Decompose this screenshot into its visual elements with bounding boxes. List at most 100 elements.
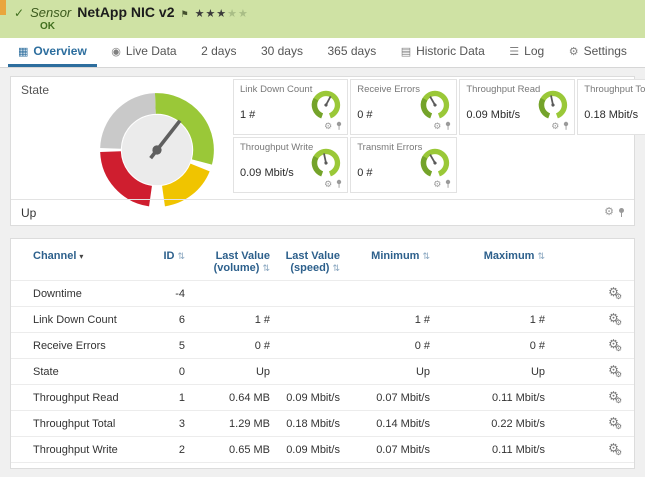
channel-id: 1 — [146, 385, 191, 411]
channel-minimum: 1 # — [346, 307, 436, 333]
mini-gauge-needle — [324, 96, 332, 108]
channel-last-value-volume: 0.64 MB — [191, 385, 276, 411]
table-row: Transmit Errors 4 0 # 0 # 0 # ⚙⚙ — [11, 463, 634, 470]
gauge-value: 0.09 Mbit/s — [240, 167, 294, 179]
channel-name: Receive Errors — [11, 333, 146, 359]
channel-last-value-speed — [276, 307, 346, 333]
table-row: State 0 Up Up Up ⚙⚙ — [11, 359, 634, 385]
col-header-actions — [551, 241, 634, 281]
tile-transmit-errors: Transmit Errors 0 # ⚙ — [350, 137, 457, 193]
channel-settings-icon[interactable]: ⚙⚙ — [608, 415, 622, 429]
tab-settings[interactable]: ⚙Settings — [559, 38, 637, 67]
table-header-row: Channel▾ ID⇅ Last Value (volume)⇅ Last V… — [11, 241, 634, 281]
table-row: Downtime -4 ⚙⚙ — [11, 281, 634, 307]
channel-last-value-volume: 0 # — [191, 463, 276, 470]
channel-last-value-volume: 0.65 MB — [191, 437, 276, 463]
pin-icon[interactable] — [335, 121, 343, 131]
mini-gauge-needle — [323, 153, 328, 165]
sort-icon: ▾ — [79, 252, 83, 261]
live-data-icon: ◉ — [111, 45, 121, 58]
channel-maximum: 0 # — [436, 463, 551, 470]
gear-icon[interactable]: ⚙ — [324, 122, 332, 131]
settings-icon: ⚙ — [569, 45, 579, 58]
channel-settings-icon[interactable]: ⚙⚙ — [608, 311, 622, 325]
tab-label: Overview — [33, 44, 86, 58]
channel-table: Channel▾ ID⇅ Last Value (volume)⇅ Last V… — [11, 241, 634, 469]
priority-stars-filled: ★★★ — [195, 8, 228, 20]
tab-label: 30 days — [261, 44, 303, 58]
tab-historic-data[interactable]: ▤Historic Data — [391, 38, 495, 67]
channel-settings-icon[interactable]: ⚙⚙ — [608, 389, 622, 403]
channel-settings-icon[interactable]: ⚙⚙ — [608, 285, 622, 299]
state-status-value: Up — [21, 206, 36, 220]
channel-last-value-volume: 0 # — [191, 333, 276, 359]
channel-settings-icon[interactable]: ⚙⚙ — [608, 441, 622, 455]
pin-icon[interactable] — [444, 179, 452, 189]
gauge-title: Throughput Total — [578, 80, 645, 95]
tab-label: 2 days — [201, 44, 236, 58]
gear-icon[interactable]: ⚙ — [433, 122, 441, 131]
log-icon: ☰ — [509, 45, 519, 58]
channel-minimum: 0 # — [346, 463, 436, 470]
channel-last-value-speed — [276, 281, 346, 307]
priority-stars-empty: ★★ — [227, 8, 249, 20]
col-header-last-value-volume[interactable]: Last Value (volume)⇅ — [191, 241, 276, 281]
channel-minimum: 0 # — [346, 333, 436, 359]
channel-id: 5 — [146, 333, 191, 359]
sort-icon: ⇅ — [537, 251, 545, 261]
gear-icon[interactable]: ⚙ — [604, 207, 614, 218]
channel-maximum: 0.11 Mbit/s — [436, 437, 551, 463]
tab-live-data[interactable]: ◉Live Data — [101, 38, 186, 67]
gear-icon[interactable]: ⚙ — [551, 122, 559, 131]
channel-settings-icon[interactable]: ⚙⚙ — [608, 467, 622, 469]
mini-gauge-needle — [429, 96, 437, 107]
tab-overview[interactable]: ▦Overview — [8, 38, 97, 67]
channel-name: Link Down Count — [11, 307, 146, 333]
channel-minimum: 0.07 Mbit/s — [346, 437, 436, 463]
col-header-minimum[interactable]: Minimum⇅ — [346, 241, 436, 281]
channel-last-value-speed: 0.09 Mbit/s — [276, 385, 346, 411]
pin-icon[interactable] — [617, 207, 626, 218]
channel-last-value-speed: 0.09 Mbit/s — [276, 437, 346, 463]
mini-gauge — [419, 89, 451, 121]
col-header-id[interactable]: ID⇅ — [146, 241, 191, 281]
gear-icon[interactable]: ⚙ — [324, 180, 332, 189]
channel-last-value-volume — [191, 281, 276, 307]
channel-table-card: Channel▾ ID⇅ Last Value (volume)⇅ Last V… — [10, 238, 635, 469]
corner-status-flag — [0, 0, 6, 15]
tab-log[interactable]: ☰Log — [499, 38, 554, 67]
channel-last-value-volume: 1 # — [191, 307, 276, 333]
tab-2-days[interactable]: 2 days — [191, 38, 246, 67]
state-label: State — [21, 83, 49, 97]
priority-stars[interactable]: ★★★★★ — [195, 7, 249, 20]
gear-icon[interactable]: ⚙ — [433, 180, 441, 189]
channel-maximum — [436, 281, 551, 307]
pin-icon[interactable] — [444, 121, 452, 131]
pin-icon[interactable] — [335, 179, 343, 189]
channel-id: 2 — [146, 437, 191, 463]
tab-365-days[interactable]: 365 days — [317, 38, 386, 67]
channel-last-value-speed — [276, 463, 346, 470]
channel-settings-icon[interactable]: ⚙⚙ — [608, 363, 622, 377]
channel-maximum: 0 # — [436, 333, 551, 359]
state-status-row: Up ⚙ — [11, 199, 634, 225]
status-badge: OK — [40, 21, 635, 32]
table-row: Receive Errors 5 0 # 0 # 0 # ⚙⚙ — [11, 333, 634, 359]
status-check-icon: ✓ — [14, 6, 24, 20]
tab-label: 365 days — [327, 44, 376, 58]
table-row: Throughput Total 3 1.29 MB 0.18 Mbit/s 0… — [11, 411, 634, 437]
channel-minimum: Up — [346, 359, 436, 385]
channel-maximum: 1 # — [436, 307, 551, 333]
mini-gauge — [419, 147, 451, 179]
tab-30-days[interactable]: 30 days — [251, 38, 313, 67]
pin-icon[interactable] — [562, 121, 570, 131]
col-header-last-value-speed[interactable]: Last Value (speed)⇅ — [276, 241, 346, 281]
channel-settings-icon[interactable]: ⚙⚙ — [608, 337, 622, 351]
col-header-maximum[interactable]: Maximum⇅ — [436, 241, 551, 281]
state-card: State Link Down Count 1 # ⚙ — [10, 76, 635, 226]
gauge-tiles: Link Down Count 1 # ⚙ Receive Errors 0 # — [233, 79, 632, 193]
col-header-channel[interactable]: Channel▾ — [11, 241, 146, 281]
overview-panel: State Link Down Count 1 # ⚙ — [0, 68, 645, 469]
channel-last-value-speed — [276, 359, 346, 385]
gauge-value: 0.18 Mbit/s — [584, 109, 638, 121]
